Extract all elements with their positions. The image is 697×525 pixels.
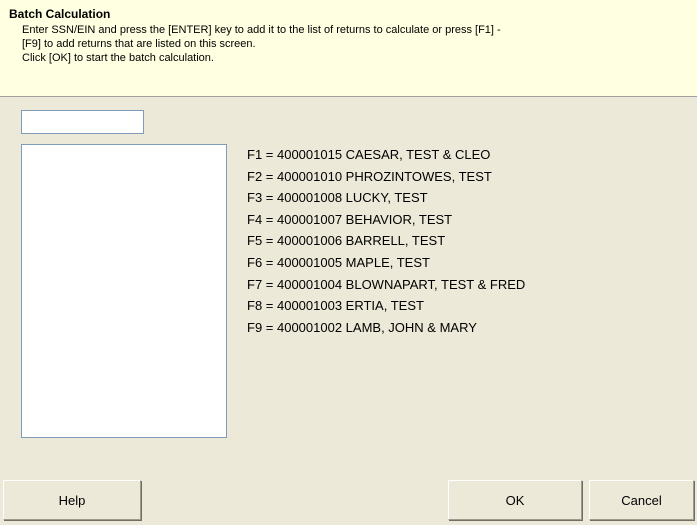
instructions-line-1: Enter SSN/EIN and press the [ENTER] key … (22, 24, 501, 36)
return-item-f9[interactable]: F9 = 400001002 LAMB, JOHN & MARY (247, 317, 525, 339)
ssn-ein-input[interactable] (21, 110, 144, 134)
return-item-f3[interactable]: F3 = 400001008 LUCKY, TEST (247, 187, 525, 209)
ok-button[interactable]: OK (448, 480, 582, 520)
help-button[interactable]: Help (3, 480, 141, 520)
available-returns-list: F1 = 400001015 CAESAR, TEST & CLEO F2 = … (247, 144, 525, 338)
dialog-title: Batch Calculation (9, 7, 111, 21)
return-item-f8[interactable]: F8 = 400001003 ERTIA, TEST (247, 295, 525, 317)
returns-to-calculate-list[interactable] (21, 144, 227, 438)
instructions-line-2: [F9] to add returns that are listed on t… (22, 38, 256, 50)
instructions-panel: Batch Calculation Enter SSN/EIN and pres… (0, 0, 697, 97)
return-item-f4[interactable]: F4 = 400001007 BEHAVIOR, TEST (247, 209, 525, 231)
instructions-line-3: Click [OK] to start the batch calculatio… (22, 52, 214, 64)
return-item-f1[interactable]: F1 = 400001015 CAESAR, TEST & CLEO (247, 144, 525, 166)
return-item-f6[interactable]: F6 = 400001005 MAPLE, TEST (247, 252, 525, 274)
return-item-f2[interactable]: F2 = 400001010 PHROZINTOWES, TEST (247, 166, 525, 188)
return-item-f7[interactable]: F7 = 400001004 BLOWNAPART, TEST & FRED (247, 274, 525, 296)
cancel-button[interactable]: Cancel (589, 480, 694, 520)
instructions-text: Enter SSN/EIN and press the [ENTER] key … (22, 23, 694, 65)
return-item-f5[interactable]: F5 = 400001006 BARRELL, TEST (247, 230, 525, 252)
